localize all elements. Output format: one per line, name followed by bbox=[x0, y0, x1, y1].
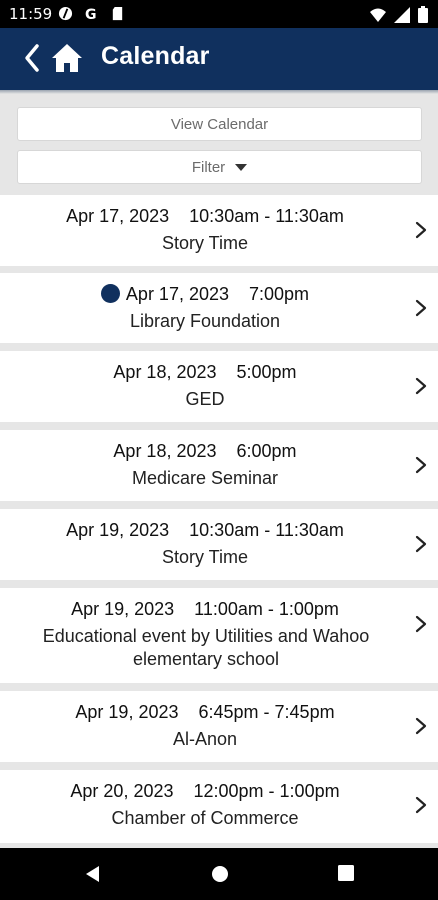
event-row[interactable]: Apr 17, 2023 7:00pm Library Foundation bbox=[0, 273, 438, 343]
event-row[interactable]: Apr 17, 2023 10:30am - 11:30am Story Tim… bbox=[0, 195, 438, 266]
chevron-right-icon bbox=[415, 221, 427, 239]
chevron-right-icon bbox=[415, 717, 427, 735]
event-date-time: Apr 18, 2023 5:00pm bbox=[0, 362, 410, 383]
google-icon: G bbox=[85, 7, 97, 21]
view-calendar-button[interactable]: View Calendar bbox=[17, 107, 422, 141]
chevron-right-icon bbox=[415, 615, 427, 633]
app-bar: Calendar bbox=[0, 28, 438, 94]
chevron-left-icon[interactable] bbox=[22, 42, 42, 74]
app-bar-shadow bbox=[0, 90, 438, 94]
filter-dropdown[interactable]: Filter bbox=[17, 150, 422, 184]
event-date-time: Apr 17, 2023 7:00pm bbox=[0, 284, 410, 305]
event-title: Medicare Seminar bbox=[131, 468, 279, 488]
chevron-right-icon bbox=[415, 299, 427, 317]
event-date-time: Apr 19, 2023 10:30am - 11:30am bbox=[0, 520, 410, 541]
data-saver-icon bbox=[58, 6, 73, 21]
filter-label: Filter bbox=[191, 158, 226, 176]
status-time: 11:59 bbox=[9, 5, 53, 23]
chevron-right-icon bbox=[415, 377, 427, 395]
event-title: Al-Anon bbox=[172, 729, 238, 749]
event-row[interactable]: Apr 18, 2023 5:00pm GED bbox=[0, 351, 438, 422]
event-title: Library Foundation bbox=[129, 311, 281, 331]
chevron-right-icon bbox=[415, 535, 427, 553]
event-date-time: Apr 17, 2023 10:30am - 11:30am bbox=[0, 206, 410, 227]
event-date-time: Apr 20, 2023 12:00pm - 1:00pm bbox=[0, 781, 410, 802]
view-calendar-label: View Calendar bbox=[170, 115, 269, 133]
event-date: Apr 18, 2023 bbox=[113, 441, 217, 461]
event-time: 10:30am - 11:30am bbox=[189, 520, 344, 540]
sd-card-icon bbox=[112, 6, 123, 21]
event-time: 10:30am - 11:30am bbox=[189, 206, 344, 226]
event-date-time: Apr 18, 2023 6:00pm bbox=[0, 441, 410, 462]
event-row[interactable]: Apr 19, 2023 10:30am - 11:30am Story Tim… bbox=[0, 509, 438, 580]
event-date: Apr 19, 2023 bbox=[75, 702, 179, 722]
event-date: Apr 19, 2023 bbox=[66, 520, 170, 540]
signal-icon bbox=[394, 6, 410, 23]
event-date-time: Apr 19, 2023 6:45pm - 7:45pm bbox=[0, 702, 410, 723]
event-date: Apr 20, 2023 bbox=[70, 781, 174, 801]
chevron-right-icon bbox=[415, 796, 427, 814]
event-time: 6:45pm - 7:45pm bbox=[198, 702, 335, 722]
event-time: 7:00pm bbox=[249, 284, 310, 304]
event-time: 6:00pm bbox=[236, 441, 297, 461]
event-time: 5:00pm bbox=[236, 362, 297, 382]
event-date: Apr 19, 2023 bbox=[71, 599, 175, 619]
event-date-time: Apr 19, 2023 11:00am - 1:00pm bbox=[0, 599, 410, 620]
home-circle-icon[interactable] bbox=[210, 864, 230, 884]
wifi-icon bbox=[370, 8, 386, 22]
caret-down-icon bbox=[235, 163, 248, 171]
back-triangle-icon[interactable] bbox=[83, 864, 101, 884]
event-marked-dot bbox=[100, 284, 120, 303]
event-row[interactable]: Apr 19, 2023 6:45pm - 7:45pm Al-Anon bbox=[0, 691, 438, 762]
home-icon[interactable] bbox=[50, 41, 84, 75]
event-date: Apr 17, 2023 bbox=[125, 284, 229, 304]
svg-text:G: G bbox=[85, 7, 97, 21]
event-title: Story Time bbox=[161, 233, 249, 253]
system-nav-bar bbox=[0, 848, 438, 900]
event-title: Story Time bbox=[161, 547, 249, 567]
event-row[interactable]: Apr 18, 2023 6:00pm Medicare Seminar bbox=[0, 430, 438, 501]
event-title: Educational event by Utilities and Wahoo… bbox=[42, 626, 370, 669]
event-date: Apr 18, 2023 bbox=[113, 362, 217, 382]
battery-icon bbox=[418, 6, 428, 23]
status-bar: 11:59 G bbox=[0, 0, 438, 28]
event-row[interactable]: Apr 20, 2023 12:00pm - 1:00pm Chamber of… bbox=[0, 770, 438, 843]
event-title: Chamber of Commerce bbox=[111, 808, 299, 828]
chevron-right-icon bbox=[415, 456, 427, 474]
event-time: 12:00pm - 1:00pm bbox=[193, 781, 340, 801]
event-time: 11:00am - 1:00pm bbox=[194, 599, 339, 619]
page-title: Calendar bbox=[101, 42, 210, 70]
event-date: Apr 17, 2023 bbox=[66, 206, 170, 226]
event-row[interactable]: Apr 19, 2023 11:00am - 1:00pm Educationa… bbox=[0, 588, 438, 683]
recents-square-icon[interactable] bbox=[337, 864, 355, 882]
event-title: GED bbox=[185, 389, 225, 409]
